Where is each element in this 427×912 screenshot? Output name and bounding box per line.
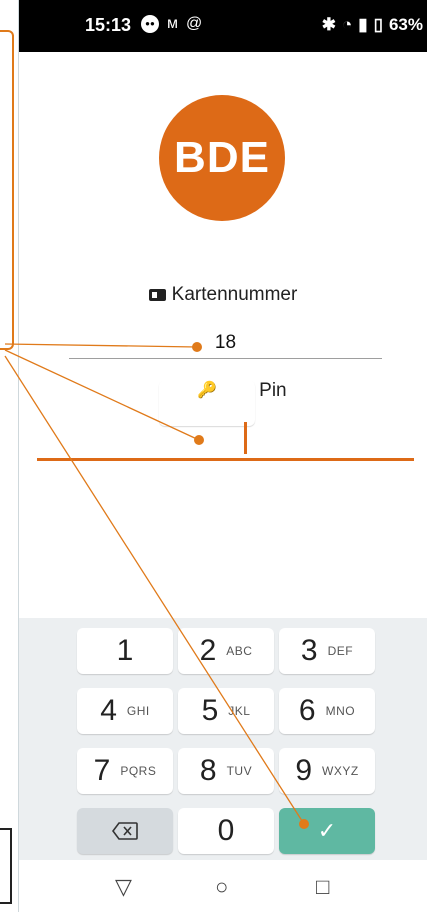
numeric-keyboard: 1 2 ABC 3 DEF 4 GHI 5 JKL 6 MNO 7 PQRS 8 TUV 9W…: [19, 618, 427, 860]
key-2[interactable]: 2 ABC: [178, 628, 274, 674]
back-icon[interactable]: ▽: [115, 874, 132, 900]
annotation-frame: [0, 30, 14, 350]
password-label: 🔑Passwort = Pin: [19, 380, 427, 426]
backspace-key[interactable]: [77, 808, 173, 854]
key-1[interactable]: 1: [77, 628, 173, 674]
bde-logo: BDE: [159, 95, 285, 221]
key-6[interactable]: 6 MNO: [279, 688, 375, 734]
confirm-key[interactable]: ✓: [279, 808, 375, 854]
password-field[interactable]: [37, 418, 414, 461]
navigation-bar: ▽ ○ □: [19, 860, 427, 912]
at-icon: @: [186, 15, 203, 32]
status-bar: 15:13 ●● ᴍ @ ✱ ◔ ▮ ▯ 63%: [19, 0, 427, 52]
key-8[interactable]: 8 TUV: [178, 748, 274, 794]
battery-icon: ▯: [373, 15, 383, 34]
phone-screen: 15:13 ●● ᴍ @ ✱ ◔ ▮ ▯ 63% BDE Kartennumme…: [19, 0, 427, 912]
logo-text: BDE: [174, 133, 270, 182]
key-9[interactable]: 9 WXYZ: [279, 748, 375, 794]
key-3[interactable]: 3 DEF: [279, 628, 375, 674]
status-notifications: ●● ᴍ @: [141, 14, 202, 34]
chat-bubble-icon: ●●: [141, 15, 159, 33]
status-system-icons: ✱ ◔ ▮ ▯ 63%: [322, 15, 423, 35]
key-4[interactable]: 4 GHI: [77, 688, 173, 734]
m-icon: ᴍ: [167, 15, 178, 32]
key-5[interactable]: 5 JKL: [178, 688, 274, 734]
status-time: 15:13: [85, 15, 132, 35]
card-number-label: Kartennummer: [19, 284, 427, 306]
recents-icon[interactable]: □: [316, 874, 329, 900]
text-cursor: [244, 422, 247, 454]
backspace-icon: [112, 822, 138, 840]
id-card-icon: [148, 288, 166, 301]
home-icon[interactable]: ○: [215, 874, 228, 900]
key-7[interactable]: 7 PQRS: [77, 748, 173, 794]
wifi-icon: ◔: [341, 15, 353, 34]
bluetooth-icon: ✱: [321, 15, 336, 34]
signal-icon: ▮: [358, 15, 368, 34]
key-0[interactable]: 0: [178, 808, 274, 854]
card-number-label-text: Kartennummer: [171, 284, 298, 305]
check-icon: ✓: [317, 818, 337, 843]
card-number-field[interactable]: 18: [69, 328, 382, 359]
battery-percent: 63%: [388, 15, 423, 34]
annotation-box: [0, 828, 12, 904]
